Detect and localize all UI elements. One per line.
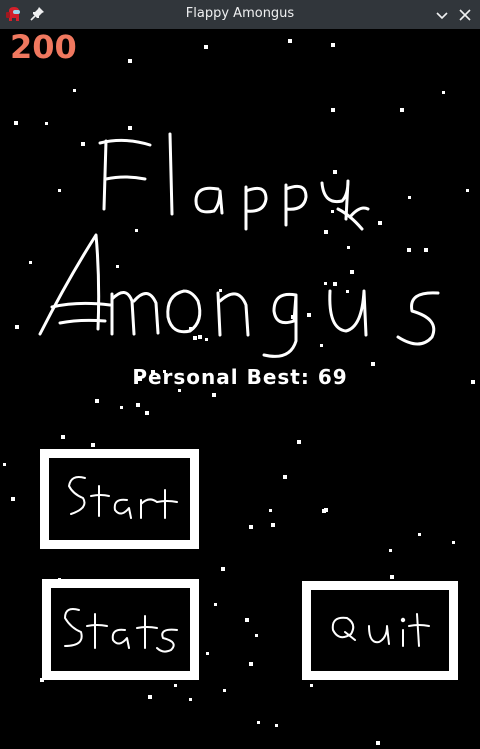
star: [61, 435, 65, 439]
star: [174, 684, 177, 687]
star: [271, 523, 275, 527]
star: [212, 393, 216, 397]
star: [120, 406, 123, 409]
star: [390, 575, 394, 579]
star: [310, 684, 313, 687]
star: [257, 721, 260, 724]
star: [3, 463, 6, 466]
star: [136, 403, 140, 407]
star: [418, 533, 421, 536]
star: [249, 525, 253, 529]
game-logo: [38, 132, 440, 358]
star: [245, 618, 249, 622]
star: [223, 689, 226, 692]
stats-handwriting: [64, 608, 178, 653]
star: [269, 509, 272, 512]
star: [148, 695, 152, 699]
star: [249, 662, 253, 666]
star: [214, 603, 217, 606]
star: [297, 440, 301, 444]
chevron-down-icon[interactable]: [433, 6, 451, 24]
quit-handwriting: [331, 613, 430, 647]
star: [189, 698, 192, 701]
star: [452, 541, 455, 544]
star: [376, 741, 380, 745]
window-title: Flappy Amongus: [185, 6, 295, 21]
star: [283, 475, 287, 479]
stats-button[interactable]: Stats: [42, 579, 199, 680]
star: [95, 399, 99, 403]
star: [255, 634, 258, 637]
star: [221, 567, 225, 571]
start-button[interactable]: Start: [40, 449, 199, 549]
quit-button[interactable]: Quit: [302, 581, 458, 680]
personal-best-label: Personal Best: 69: [132, 365, 348, 389]
star: [11, 497, 15, 501]
game-canvas[interactable]: 200 Personal Best: 69: [0, 29, 480, 749]
star: [206, 652, 209, 655]
close-icon[interactable]: [456, 6, 474, 24]
star: [389, 549, 392, 552]
start-handwriting: [68, 476, 178, 519]
star: [145, 411, 149, 415]
star: [91, 443, 95, 447]
star: [324, 508, 328, 512]
window-titlebar: Flappy Amongus: [0, 0, 480, 29]
star: [178, 389, 181, 392]
star: [275, 724, 278, 727]
